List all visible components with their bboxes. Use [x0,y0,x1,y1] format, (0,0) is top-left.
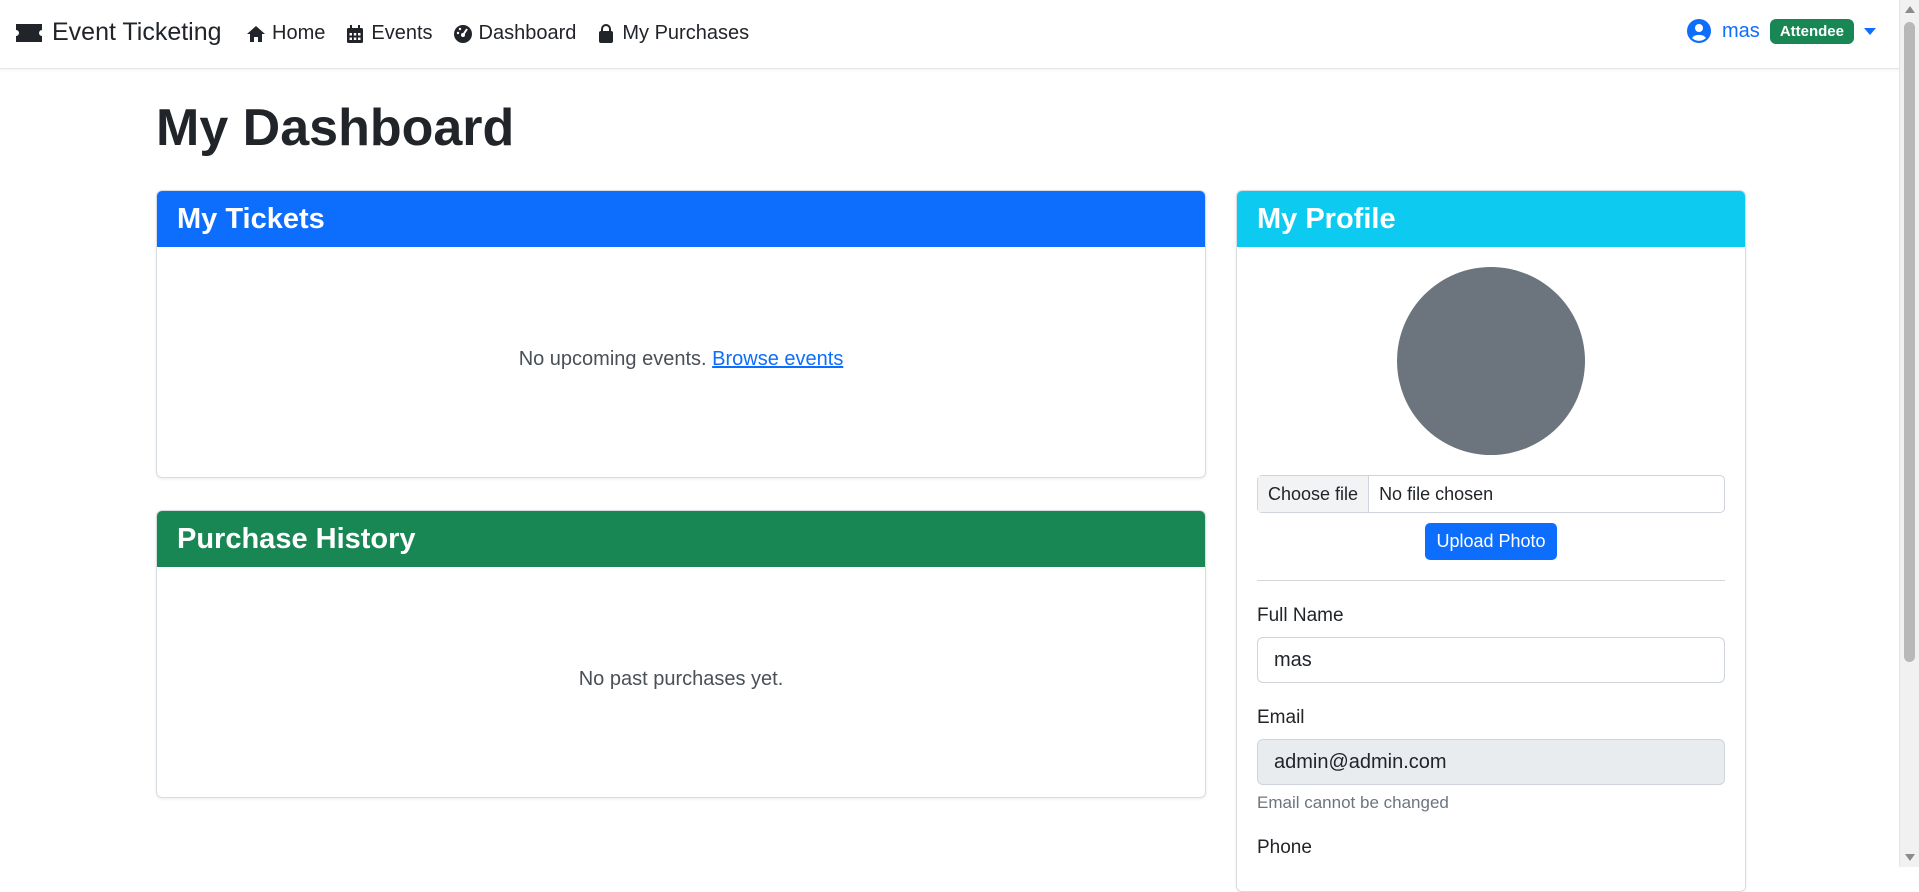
purchase-history-card: Purchase History No past purchases yet. [156,510,1206,798]
ticket-icon [16,23,42,42]
page-title: My Dashboard [156,99,515,157]
upload-photo-button[interactable]: Upload Photo [1425,523,1557,560]
scroll-thumb[interactable] [1904,22,1915,662]
purchase-history-body: No past purchases yet. [157,567,1205,691]
full-name-label: Full Name [1257,605,1344,626]
chevron-down-icon [1864,27,1876,35]
brand-label: Event Ticketing [52,18,222,46]
brand[interactable]: Event Ticketing [14,18,222,47]
choose-file-button[interactable]: Choose file [1258,476,1370,512]
no-upcoming-text: No upcoming events. [518,348,707,370]
home-icon [247,25,265,42]
main-nav: Home Events Dashboard My Purchases [246,22,749,45]
email-label: Email [1257,707,1305,728]
nav-dashboard-label: Dashboard [478,22,577,44]
my-tickets-card: My Tickets No upcoming events. Browse ev… [156,190,1206,478]
no-purchases-text: No past purchases yet. [578,668,784,690]
my-profile-header: My Profile [1237,191,1745,247]
nav-events[interactable]: Events [345,22,433,45]
nav-dashboard[interactable]: Dashboard [453,22,577,45]
phone-label: Phone [1257,837,1312,858]
shopping-bag-icon [599,23,614,43]
nav-my-purchases[interactable]: My Purchases [596,22,749,45]
browse-events-link[interactable]: Browse events [712,348,843,370]
email-help-text: Email cannot be changed [1257,793,1449,812]
vertical-scrollbar[interactable] [1899,0,1919,867]
nav-events-label: Events [371,22,433,44]
my-tickets-body: No upcoming events. Browse events [157,247,1205,371]
nav-home-label: Home [272,22,326,44]
role-badge: Attendee [1769,18,1854,44]
nav-home[interactable]: Home [246,22,325,45]
top-navbar: Event Ticketing Home Events Dashboard My… [0,0,1900,69]
dashboard-icon [453,24,472,43]
my-tickets-header: My Tickets [157,191,1205,247]
email-field: admin@admin.com [1257,739,1725,785]
my-profile-body: Choose file No file chosen Upload Photo … [1237,247,1745,859]
avatar [1397,267,1585,455]
user-menu[interactable]: mas Attendee [1686,18,1876,44]
divider [1257,580,1725,581]
user-circle-icon [1687,19,1712,43]
file-status: No file chosen [1379,483,1494,504]
full-name-field[interactable]: mas [1257,637,1725,683]
photo-file-input[interactable]: Choose file No file chosen [1257,475,1725,513]
user-name: mas [1722,19,1760,42]
calendar-icon [347,24,364,43]
purchase-history-header: Purchase History [157,511,1205,567]
my-profile-card: My Profile Choose file No file chosen Up… [1236,190,1746,892]
scroll-down-icon[interactable] [1905,854,1915,861]
scroll-up-icon[interactable] [1905,6,1915,13]
nav-my-purchases-label: My Purchases [622,22,750,44]
